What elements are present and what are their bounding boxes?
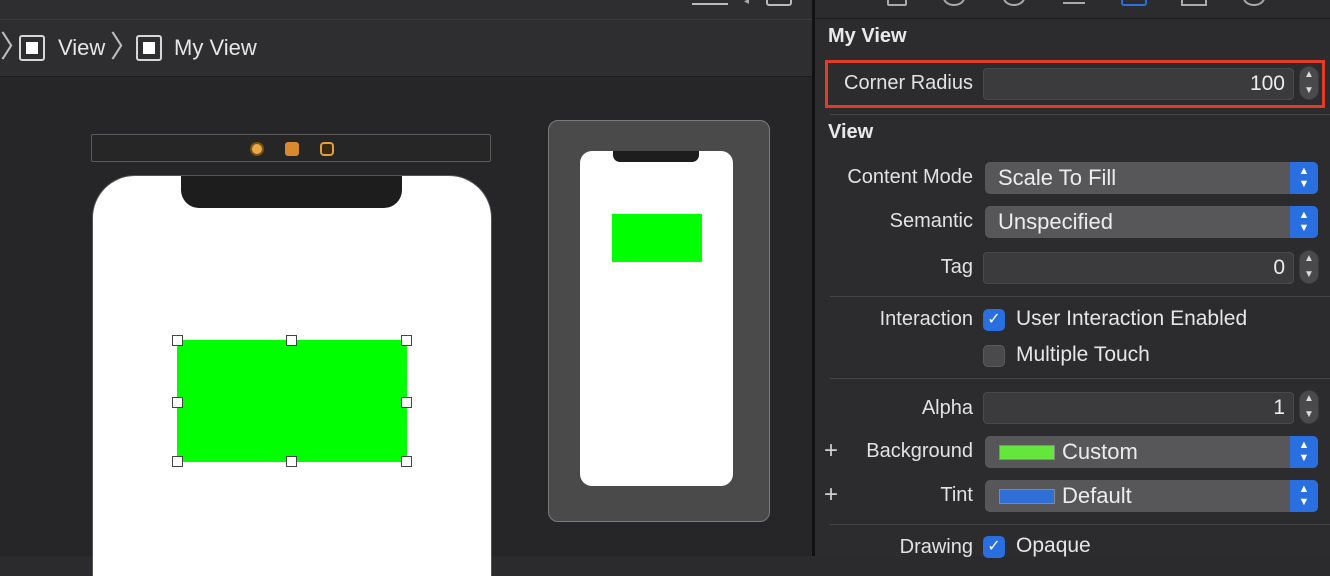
background-color-swatch — [999, 445, 1055, 460]
my-view-selected[interactable] — [177, 340, 407, 462]
editor-options-icon[interactable] — [692, 0, 728, 5]
exit-icon[interactable] — [320, 142, 334, 156]
jump-bar: 〉 View 〉 My View — [0, 20, 812, 77]
content-mode-popup[interactable]: Scale To Fill ▲ ▼ — [985, 162, 1318, 194]
add-editor-icon[interactable] — [766, 0, 792, 6]
tag-label: Tag — [940, 256, 973, 278]
semantic-value: Unspecified — [998, 209, 1113, 234]
background-value: Custom — [1062, 439, 1138, 464]
view-icon — [19, 35, 45, 61]
section-divider — [830, 296, 1330, 297]
semantic-popup[interactable]: Unspecified ▲ ▼ — [985, 206, 1318, 238]
resize-handle[interactable] — [401, 456, 412, 467]
identity-inspector-icon[interactable] — [1063, 0, 1085, 4]
size-inspector-icon[interactable] — [1181, 0, 1207, 6]
section-divider — [830, 378, 1330, 379]
file-inspector-icon[interactable] — [887, 0, 907, 6]
resize-handle[interactable] — [172, 456, 183, 467]
opaque-label: Opaque — [1016, 534, 1091, 557]
tint-label: Tint — [940, 484, 973, 506]
device-notch — [181, 176, 402, 208]
resize-handle[interactable] — [401, 335, 412, 346]
user-interaction-checkbox[interactable]: ✓ — [983, 309, 1005, 331]
first-responder-icon[interactable] — [285, 142, 299, 156]
section-divider — [830, 114, 1330, 115]
view-controller-icon[interactable] — [250, 142, 264, 156]
editor-toolbar: ◂ — [0, 0, 812, 20]
multiple-touch-checkbox[interactable] — [983, 345, 1005, 367]
inspector-tab-bar — [815, 0, 1330, 19]
tag-stepper[interactable]: ▲ ▼ — [1299, 250, 1319, 284]
breadcrumb-item-my-view[interactable]: My View — [174, 20, 257, 76]
breadcrumb-item-view[interactable]: View — [58, 20, 105, 76]
background-label: Background — [866, 440, 973, 462]
multiple-touch-label: Multiple Touch — [1016, 343, 1150, 366]
tint-value: Default — [1062, 483, 1132, 508]
history-inspector-icon[interactable] — [943, 0, 965, 6]
interaction-label: Interaction — [879, 308, 973, 330]
popup-chevron-icon: ▲ ▼ — [1290, 436, 1318, 468]
content-mode-label: Content Mode — [847, 166, 973, 188]
help-inspector-icon[interactable] — [1003, 0, 1025, 6]
preview-notch — [613, 151, 699, 162]
resize-handle[interactable] — [286, 335, 297, 346]
popup-chevron-icon: ▲ ▼ — [1290, 162, 1318, 194]
resize-handle[interactable] — [286, 456, 297, 467]
chevron-icon: ◂ — [744, 0, 750, 7]
popup-chevron-icon: ▲ ▼ — [1290, 480, 1318, 512]
scene-dock[interactable] — [91, 134, 491, 162]
background-popup[interactable]: Custom ▲ ▼ — [985, 436, 1318, 468]
popup-chevron-icon: ▲ ▼ — [1290, 206, 1318, 238]
preview-screen — [580, 151, 733, 486]
resize-handle[interactable] — [172, 397, 183, 408]
resize-handle[interactable] — [172, 335, 183, 346]
opaque-checkbox[interactable]: ✓ — [983, 536, 1005, 558]
section-title-my-view: My View — [828, 25, 907, 47]
alpha-field[interactable]: 1 — [983, 392, 1294, 424]
alpha-label: Alpha — [921, 397, 973, 419]
tint-color-swatch — [999, 489, 1055, 504]
tint-popup[interactable]: Default ▲ ▼ — [985, 480, 1318, 512]
semantic-label: Semantic — [889, 210, 973, 232]
view-icon — [136, 35, 162, 61]
connections-inspector-icon[interactable] — [1243, 0, 1265, 6]
alpha-stepper[interactable]: ▲ ▼ — [1299, 390, 1319, 424]
user-interaction-label: User Interaction Enabled — [1016, 307, 1248, 330]
section-divider — [830, 524, 1330, 525]
content-mode-value: Scale To Fill — [998, 165, 1117, 190]
annotation-highlight — [825, 60, 1325, 108]
attributes-inspector-icon[interactable] — [1121, 0, 1147, 6]
section-title-view: View — [828, 121, 874, 143]
resize-handle[interactable] — [401, 397, 412, 408]
preview-my-view — [612, 214, 702, 262]
tag-field[interactable]: 0 — [983, 252, 1294, 284]
